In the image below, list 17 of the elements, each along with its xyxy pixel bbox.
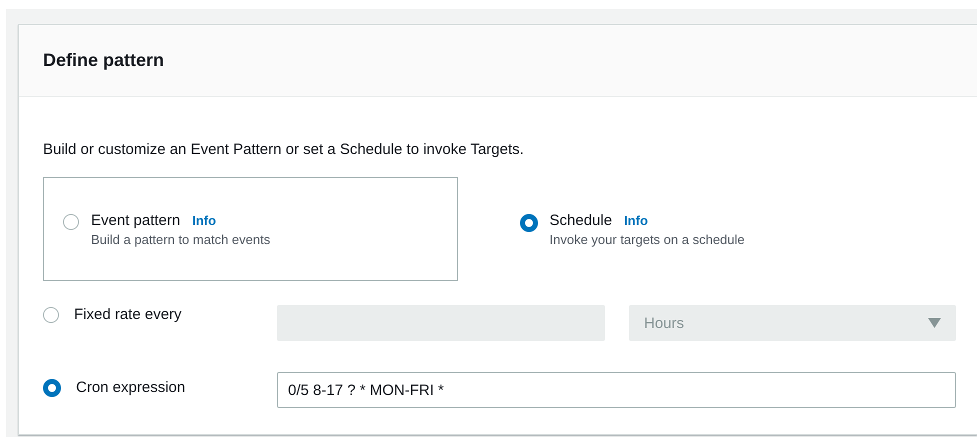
panel-title: Define pattern [43,50,164,71]
option-label: Event pattern [91,212,180,229]
info-link[interactable]: Info [192,213,216,228]
option-hint: Build a pattern to match events [91,232,270,247]
info-link[interactable]: Info [624,213,648,228]
option-card[interactable]: Schedule Info Invoke your targets on a schedule [500,177,914,281]
description-text: Build or customize an Event Pattern or set a Schedule to invoke Targets. [43,141,525,158]
radio-button[interactable] [520,214,538,232]
option-label: Cron expression [76,378,186,396]
cron-input-field[interactable]: 0/5 8-17 ? * MON-FRI * [277,372,956,408]
option-card[interactable]: Event pattern Info Build a pattern to match events [43,177,458,281]
caret-icon [928,318,941,328]
radio-button[interactable] [63,214,79,230]
option-hint: Invoke your targets on a schedule [550,232,745,247]
option-label: Fixed rate every [74,306,182,322]
radio-button[interactable] [43,379,61,397]
option-label: Schedule [550,212,612,229]
